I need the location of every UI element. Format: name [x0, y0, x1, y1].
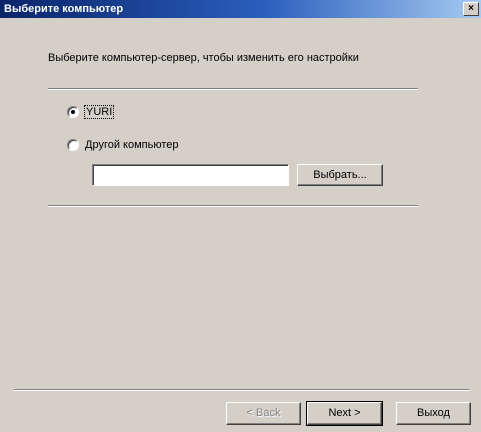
title-bar[interactable]: Выберите компьютер ×: [0, 0, 481, 18]
radio-local-circle[interactable]: [67, 106, 79, 118]
dialog-window: Выберите компьютер × Выберите компьютер-…: [0, 0, 481, 432]
radio-local-label[interactable]: YURI: [83, 105, 115, 119]
radio-other-computer[interactable]: Другой компьютер: [67, 138, 179, 152]
back-button[interactable]: < Back: [226, 402, 301, 425]
exit-button[interactable]: Выход: [396, 402, 471, 425]
browse-button[interactable]: Выбрать...: [297, 164, 383, 186]
footer-divider: [14, 389, 469, 391]
radio-other-label[interactable]: Другой компьютер: [85, 139, 179, 151]
close-button[interactable]: ×: [463, 2, 479, 16]
top-divider: [48, 88, 418, 90]
computer-name-input[interactable]: [92, 164, 289, 186]
next-button[interactable]: Next >: [306, 401, 383, 426]
radio-selected-dot: [71, 110, 75, 114]
window-title: Выберите компьютер: [4, 3, 124, 15]
radio-local-computer[interactable]: YURI: [67, 105, 115, 119]
middle-divider: [48, 205, 418, 207]
instruction-text: Выберите компьютер-сервер, чтобы изменит…: [48, 52, 359, 64]
radio-other-circle[interactable]: [67, 139, 79, 151]
close-icon: ×: [468, 3, 474, 14]
